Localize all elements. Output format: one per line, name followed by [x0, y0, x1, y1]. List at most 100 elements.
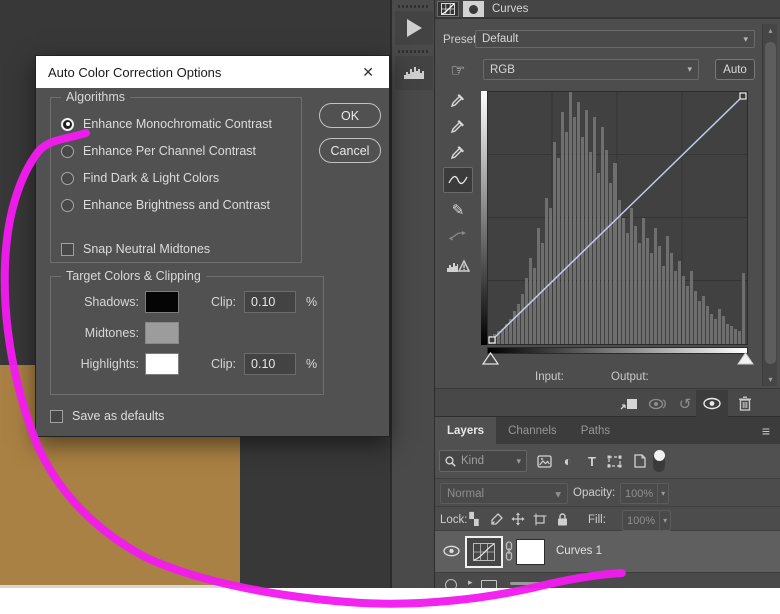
- fill-combo[interactable]: 100% ▾: [622, 510, 671, 531]
- properties-scrollbar[interactable]: ▴ ▾: [762, 24, 777, 386]
- edit-points-tool-selected[interactable]: [443, 167, 473, 193]
- play-icon: [406, 19, 422, 37]
- black-point-eyedropper[interactable]: [443, 88, 473, 112]
- curves-grid-icon: [473, 543, 495, 561]
- curves-adjustment-icon[interactable]: [437, 1, 459, 17]
- layer-mask-indicator[interactable]: [463, 1, 484, 17]
- panel-menu-icon[interactable]: ≡: [752, 417, 780, 444]
- preset-dropdown[interactable]: Default ▾: [475, 30, 755, 48]
- filter-adjustment-layers-icon[interactable]: ◐: [558, 452, 578, 470]
- checkbox-label: Snap Neutral Midtones: [83, 242, 211, 256]
- radio-enhance-per-channel[interactable]: Enhance Per Channel Contrast: [61, 144, 301, 158]
- targeted-adjustment-tool[interactable]: ☞: [443, 59, 473, 83]
- smooth-curve-tool[interactable]: [443, 224, 473, 248]
- layer-name: Curves 1: [556, 545, 603, 557]
- filter-switch-toggle[interactable]: [653, 450, 665, 472]
- scroll-down-icon[interactable]: ▾: [763, 375, 778, 384]
- checkbox-icon[interactable]: [50, 409, 63, 423]
- tab-paths[interactable]: Paths: [569, 417, 622, 444]
- lock-transparency-icon[interactable]: ▚: [465, 510, 483, 528]
- checkbox-label: Save as defaults: [72, 409, 165, 423]
- filter-shape-layers-icon[interactable]: [604, 452, 624, 470]
- radio-enhance-brightness[interactable]: Enhance Brightness and Contrast: [61, 198, 301, 212]
- tab-layers[interactable]: Layers: [435, 417, 497, 444]
- partial-layer-row[interactable]: ▸: [435, 574, 780, 588]
- gray-point-eyedropper[interactable]: [443, 114, 473, 138]
- properties-panel-title: Curves: [492, 3, 529, 15]
- preset-value: Default: [482, 33, 519, 45]
- radio-enhance-monochromatic[interactable]: Enhance Monochromatic Contrast: [61, 117, 301, 131]
- radio-icon[interactable]: [61, 144, 74, 158]
- lock-all-icon[interactable]: [553, 510, 571, 528]
- draw-curve-pencil-tool[interactable]: ✎: [443, 198, 473, 222]
- actions-panel-icon[interactable]: [395, 11, 433, 45]
- lock-position-icon[interactable]: [509, 510, 527, 528]
- shadows-color-swatch[interactable]: [145, 291, 179, 313]
- brush-icon: [490, 512, 503, 525]
- histogram-panel-icon[interactable]: [395, 56, 433, 90]
- checkbox-icon[interactable]: [61, 242, 74, 256]
- smooth-curve-icon: [449, 231, 466, 241]
- midtones-color-swatch[interactable]: [145, 322, 179, 344]
- white-point-eyedropper[interactable]: [443, 140, 473, 164]
- scroll-up-icon[interactable]: ▴: [763, 26, 778, 35]
- radio-label: Enhance Monochromatic Contrast: [83, 117, 272, 131]
- tab-channels[interactable]: Channels: [496, 417, 569, 444]
- radio-label: Find Dark & Light Colors: [83, 171, 220, 185]
- filter-type-layers-icon[interactable]: T: [582, 452, 602, 470]
- photoshop-window: Curves Preset: Default ▾ ☞ RGB ▾ Auto ✎ …: [0, 0, 780, 588]
- blend-mode-dropdown[interactable]: Normal ▾: [440, 483, 568, 504]
- clip-to-layer-button[interactable]: [616, 393, 642, 414]
- layer-visibility-eye-icon[interactable]: [442, 543, 460, 559]
- histogram-warning-indicator[interactable]: [443, 254, 473, 278]
- auto-button[interactable]: Auto: [715, 59, 755, 80]
- dialog-titlebar[interactable]: Auto Color Correction Options ✕: [36, 56, 389, 88]
- highlights-clip-input[interactable]: [244, 353, 297, 375]
- reset-button[interactable]: ↺: [675, 393, 695, 414]
- layer-row-curves-1[interactable]: Curves 1: [435, 531, 780, 573]
- checkbox-save-as-defaults[interactable]: Save as defaults: [50, 409, 164, 423]
- filter-pixel-layers-icon[interactable]: [534, 452, 554, 470]
- scrollbar-thumb[interactable]: [765, 42, 776, 364]
- radio-label: Enhance Brightness and Contrast: [83, 198, 270, 212]
- cancel-button[interactable]: Cancel: [319, 138, 381, 163]
- radio-icon[interactable]: [61, 198, 74, 212]
- shadow-input-slider[interactable]: [482, 352, 499, 365]
- checkbox-snap-neutral-midtones[interactable]: Snap Neutral Midtones: [61, 242, 301, 256]
- lock-label: Lock:: [440, 514, 468, 526]
- radio-label: Enhance Per Channel Contrast: [83, 144, 257, 158]
- curve-point-shadow[interactable]: [488, 336, 496, 344]
- shadows-clip-input[interactable]: [244, 291, 297, 313]
- curve-diagonal-line[interactable]: [491, 95, 744, 341]
- layer-name-clipped: [510, 582, 546, 585]
- radio-selected-icon[interactable]: [61, 117, 74, 131]
- layer-mask-thumbnail[interactable]: [516, 539, 545, 565]
- toggle-visibility-button[interactable]: [696, 390, 728, 417]
- opacity-value: 100%: [625, 487, 654, 500]
- filter-smart-objects-icon[interactable]: [629, 452, 649, 470]
- chain-link-icon: [505, 541, 513, 561]
- highlights-color-swatch[interactable]: [145, 353, 179, 375]
- channel-dropdown[interactable]: RGB ▾: [483, 59, 699, 80]
- page-background: [0, 588, 780, 614]
- eye-icon: [442, 545, 460, 557]
- curves-plot[interactable]: [487, 91, 748, 345]
- curves-layer-thumbnail[interactable]: [465, 536, 503, 568]
- highlight-input-slider[interactable]: [737, 352, 754, 365]
- radio-icon[interactable]: [61, 171, 74, 185]
- midtones-label: Midtones:: [84, 326, 139, 340]
- delete-adjustment-button[interactable]: [734, 393, 756, 414]
- lock-artboard-icon[interactable]: [531, 510, 549, 528]
- filter-kind-dropdown[interactable]: Kind ▾: [439, 450, 527, 472]
- highlights-label: Highlights:: [80, 357, 139, 371]
- lock-pixels-icon[interactable]: [487, 510, 505, 528]
- close-icon[interactable]: ✕: [359, 64, 377, 81]
- mask-link-icon[interactable]: [505, 541, 513, 564]
- view-previous-state-button[interactable]: [644, 393, 672, 414]
- opacity-combo[interactable]: 100% ▾: [620, 483, 669, 504]
- fill-label: Fill:: [588, 514, 606, 526]
- curve-point-highlight[interactable]: [739, 92, 747, 100]
- artboard-icon: [533, 513, 547, 525]
- radio-find-dark-light[interactable]: Find Dark & Light Colors: [61, 171, 301, 185]
- ok-button[interactable]: OK: [319, 103, 381, 128]
